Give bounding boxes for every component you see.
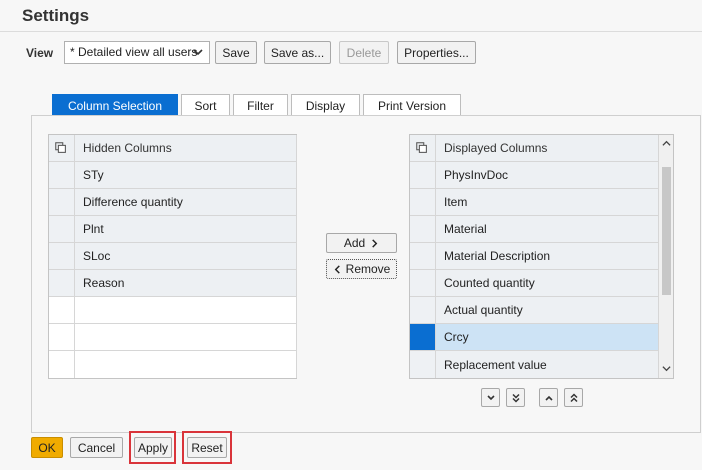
remove-button[interactable]: Remove: [326, 259, 397, 279]
row-selector[interactable]: [410, 162, 436, 188]
row-selector[interactable]: [49, 216, 75, 242]
table-cell: Crcy: [436, 324, 658, 350]
table-cell: PhysInvDoc: [436, 162, 658, 188]
hidden-columns-table: Hidden Columns STy Difference quantity P…: [48, 134, 297, 379]
ok-button[interactable]: OK: [31, 437, 63, 458]
row-selector[interactable]: [49, 189, 75, 215]
table-row[interactable]: Plnt: [49, 216, 296, 243]
view-label: View: [26, 46, 54, 60]
tab-column-selection[interactable]: Column Selection: [52, 94, 178, 116]
table-cell: Material: [436, 216, 658, 242]
table-row[interactable]: PhysInvDoc: [410, 162, 658, 189]
add-button[interactable]: Add: [326, 233, 397, 253]
displayed-columns-header: Displayed Columns: [436, 135, 658, 161]
properties-button[interactable]: Properties...: [397, 41, 476, 64]
chevron-left-icon: [334, 264, 340, 274]
table-cell: Counted quantity: [436, 270, 658, 296]
row-selector[interactable]: [49, 162, 75, 188]
move-to-top-button[interactable]: [564, 388, 583, 407]
table-row[interactable]: Material: [410, 216, 658, 243]
copy-icon: [55, 142, 66, 153]
copy-icon: [416, 142, 427, 153]
page-title: Settings: [22, 6, 90, 25]
cancel-button[interactable]: Cancel: [70, 437, 123, 458]
scrollbar-thumb[interactable]: [662, 167, 671, 295]
row-selector[interactable]: [410, 351, 436, 378]
save-button[interactable]: Save: [215, 41, 257, 64]
move-down-button[interactable]: [481, 388, 500, 407]
table-cell: SLoc: [75, 243, 296, 269]
chevron-right-icon: [372, 238, 378, 248]
remove-button-label: Remove: [345, 262, 391, 276]
vertical-scrollbar[interactable]: [658, 135, 673, 378]
double-chevron-down-icon: [511, 393, 520, 403]
table-cell: Replacement value: [436, 351, 658, 378]
select-all-cell[interactable]: [49, 135, 75, 161]
tab-display[interactable]: Display: [291, 94, 360, 116]
empty-row: [49, 351, 296, 378]
row-selector[interactable]: [410, 297, 436, 323]
table-row[interactable]: Actual quantity: [410, 297, 658, 324]
tab-filter[interactable]: Filter: [233, 94, 288, 116]
reset-button[interactable]: Reset: [187, 437, 227, 458]
row-selector[interactable]: [410, 216, 436, 242]
view-select-value: * Detailed view all users: [70, 45, 198, 59]
table-row[interactable]: Item: [410, 189, 658, 216]
table-cell: Material Description: [436, 243, 658, 269]
row-selector[interactable]: [410, 189, 436, 215]
row-selector[interactable]: [49, 270, 75, 296]
table-cell: Actual quantity: [436, 297, 658, 323]
empty-row: [49, 324, 296, 351]
displayed-columns-header-row: Displayed Columns: [410, 135, 658, 162]
table-row-selected[interactable]: Crcy: [410, 324, 658, 351]
row-selector[interactable]: [49, 243, 75, 269]
table-row[interactable]: SLoc: [49, 243, 296, 270]
table-row[interactable]: Counted quantity: [410, 270, 658, 297]
table-cell: Item: [436, 189, 658, 215]
row-selector[interactable]: [410, 324, 436, 350]
empty-row: [49, 297, 296, 324]
select-all-cell[interactable]: [410, 135, 436, 161]
table-cell: Plnt: [75, 216, 296, 242]
table-row[interactable]: STy: [49, 162, 296, 189]
table-row[interactable]: Material Description: [410, 243, 658, 270]
row-selector[interactable]: [410, 270, 436, 296]
chevron-up-icon: [544, 395, 553, 401]
row-selector[interactable]: [410, 243, 436, 269]
view-select[interactable]: * Detailed view all users: [64, 41, 210, 64]
chevron-up-icon[interactable]: [662, 139, 671, 148]
hidden-columns-header-row: Hidden Columns: [49, 135, 296, 162]
chevron-down-icon[interactable]: [662, 364, 671, 373]
table-row[interactable]: Difference quantity: [49, 189, 296, 216]
apply-button[interactable]: Apply: [134, 437, 172, 458]
save-as-button[interactable]: Save as...: [264, 41, 331, 64]
chevron-down-icon: [193, 49, 203, 56]
table-cell: STy: [75, 162, 296, 188]
move-to-bottom-button[interactable]: [506, 388, 525, 407]
table-cell: Reason: [75, 270, 296, 296]
title-divider: [0, 31, 702, 32]
move-up-button[interactable]: [539, 388, 558, 407]
tab-sort[interactable]: Sort: [181, 94, 230, 116]
chevron-down-icon: [486, 394, 495, 400]
tab-print-version[interactable]: Print Version: [363, 94, 461, 116]
table-cell: Difference quantity: [75, 189, 296, 215]
delete-button[interactable]: Delete: [339, 41, 389, 64]
double-chevron-up-icon: [569, 392, 578, 402]
table-row[interactable]: Replacement value: [410, 351, 658, 378]
add-button-label: Add: [343, 236, 366, 250]
hidden-columns-header: Hidden Columns: [75, 135, 296, 161]
table-row[interactable]: Reason: [49, 270, 296, 297]
displayed-columns-table: Displayed Columns PhysInvDoc Item Materi…: [409, 134, 674, 379]
